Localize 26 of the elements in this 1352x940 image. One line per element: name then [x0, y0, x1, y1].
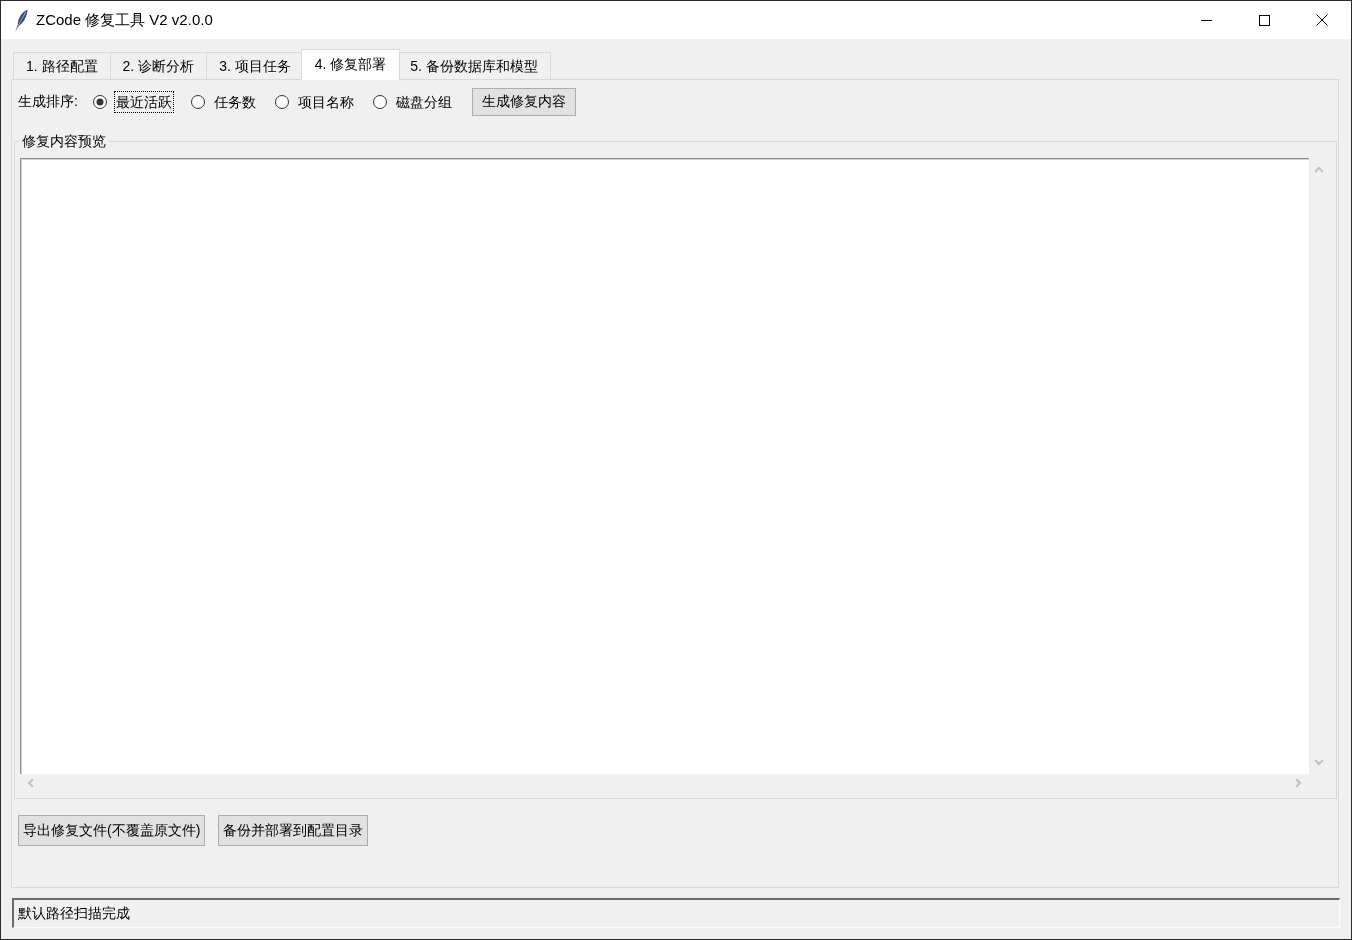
export-button[interactable]: 导出修复文件(不覆盖原文件): [18, 815, 206, 846]
radio-label[interactable]: 项目名称: [295, 91, 356, 113]
radio-button[interactable]: [92, 95, 107, 109]
chevron-left-icon[interactable]: [27, 778, 35, 788]
status-text: 默认路径扫描完成: [18, 904, 130, 923]
tab[interactable]: 4. 修复部署: [300, 49, 401, 80]
radio-button[interactable]: [372, 95, 387, 109]
deploy-button[interactable]: 备份并部署到配置目录: [218, 815, 369, 846]
radio-label[interactable]: 任务数: [211, 91, 258, 113]
sort-label: 生成排序:: [18, 93, 78, 111]
minimize-icon: [1200, 19, 1212, 21]
window-title: ZCode 修复工具 V2 v2.0.0: [36, 10, 214, 30]
tab[interactable]: 1. 路径配置: [13, 52, 111, 79]
chevron-right-icon[interactable]: [1294, 778, 1302, 788]
radio-button[interactable]: [274, 95, 289, 109]
feather-icon: [14, 8, 28, 32]
tab[interactable]: 5. 备份数据库和模型: [397, 52, 551, 79]
chevron-up-icon[interactable]: [1314, 166, 1324, 174]
close-icon: [1316, 14, 1328, 26]
radio-label[interactable]: 磁盘分组: [393, 91, 454, 113]
radio-label[interactable]: 最近活跃: [113, 91, 174, 113]
generate-button[interactable]: 生成修复内容: [471, 88, 576, 116]
chevron-down-icon[interactable]: [1314, 758, 1324, 766]
radio-button[interactable]: [190, 95, 205, 109]
preview-title: 修复内容预览: [21, 132, 107, 150]
maximize-icon: [1258, 14, 1270, 26]
